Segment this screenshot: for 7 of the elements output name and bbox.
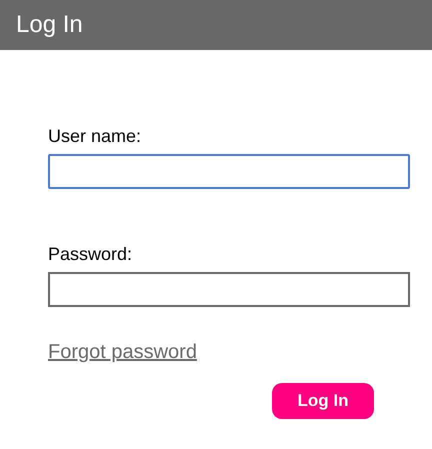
field-label: Password:: [48, 243, 134, 265]
forgot-password-link[interactable]: Forgot password: [48, 341, 197, 363]
input-field[interactable]: [48, 272, 410, 307]
page-title: Log In: [16, 10, 83, 40]
field-label: User name:: [48, 125, 142, 147]
login-button[interactable]: Log In: [272, 383, 374, 419]
input-field[interactable]: [48, 154, 410, 189]
